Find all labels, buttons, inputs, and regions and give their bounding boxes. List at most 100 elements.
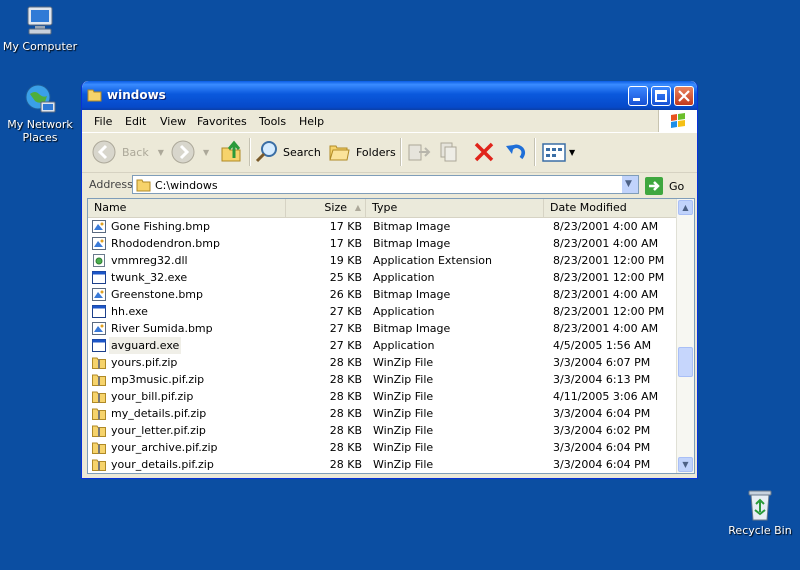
close-icon [678,90,690,102]
file-row[interactable]: Gone Fishing.bmp 17 KB Bitmap Image 8/23/20… [88,218,678,235]
exe-icon [92,339,106,352]
go-arrow-icon [645,177,663,195]
address-dropdown-button[interactable]: ▼ [621,176,638,193]
toolbar: Back ▼ ▼ Search Folders ▼ [82,133,697,173]
desktop-label-my-computer: My Computer [2,40,78,53]
file-row[interactable]: twunk_32.exe 25 KB Application 8/23/2001 12… [88,269,678,286]
menu-file[interactable]: File [94,115,112,128]
vertical-scrollbar[interactable]: ▲ ▼ [676,199,694,473]
computer-icon [23,4,57,38]
bitmap-icon [92,322,106,335]
menu-help[interactable]: Help [299,115,324,128]
maximize-button[interactable] [651,86,671,106]
views-icon [542,143,566,162]
back-arrow-icon [92,140,116,164]
file-row[interactable]: hh.exe 27 KB Application 8/23/2001 12:00 PM [88,303,678,320]
file-name: Gone Fishing.bmp [111,220,210,233]
back-dropdown-icon[interactable]: ▼ [158,148,164,157]
file-date: 8/23/2001 4:00 AM [553,288,659,301]
desktop-icon-my-network-places[interactable]: My Network Places [0,82,80,144]
file-name: your_letter.pif.zip [111,424,206,437]
file-row[interactable]: Greenstone.bmp 26 KB Bitmap Image 8/23/2001… [88,286,678,303]
zip-icon [92,441,106,454]
file-row[interactable]: yours.pif.zip 28 KB WinZip File 3/3/2004 6:… [88,354,678,371]
scroll-up-button[interactable]: ▲ [678,200,693,215]
go-button[interactable]: Go [645,177,684,195]
column-header-size[interactable]: Size ▲ [286,199,366,217]
desktop-label-recycle-bin: Recycle Bin [728,524,792,537]
undo-button[interactable] [504,137,528,167]
file-size: 26 KB [329,288,362,301]
title-bar[interactable]: windows [82,81,697,110]
file-name: hh.exe [111,305,148,318]
move-to-icon [408,144,431,161]
file-row[interactable]: avguard.exe 27 KB Application 4/5/2005 1:56… [88,337,678,354]
column-header-row: Name Size ▲ Type Date Modified [88,199,678,218]
file-size: 27 KB [329,339,362,352]
column-header-type[interactable]: Type [366,199,544,217]
file-date: 8/23/2001 4:00 AM [553,322,659,335]
forward-dropdown-icon[interactable]: ▼ [203,148,209,157]
delete-button[interactable] [472,137,496,167]
file-date: 3/3/2004 6:04 PM [553,407,651,420]
menu-bar: File Edit View Favorites Tools Help [82,110,697,133]
undo-icon [506,144,526,160]
zip-icon [92,458,106,471]
file-type: Bitmap Image [373,220,451,233]
copy-to-button[interactable] [438,137,464,167]
windows-logo-icon [658,110,697,132]
back-button[interactable]: Back ▼ [92,137,164,167]
file-row[interactable]: River Sumida.bmp 27 KB Bitmap Image 8/23/20… [88,320,678,337]
forward-button[interactable]: ▼ [171,137,209,167]
file-row[interactable]: Rhododendron.bmp 17 KB Bitmap Image 8/23/20… [88,235,678,252]
file-row[interactable]: your_details.pif.zip 28 KB WinZip File 3/3/… [88,456,678,473]
file-date: 3/3/2004 6:07 PM [553,356,651,369]
back-label: Back [122,145,149,159]
column-size-label: Size [324,201,347,214]
desktop-icon-recycle-bin[interactable]: Recycle Bin [720,488,800,537]
file-date: 8/23/2001 12:00 PM [553,254,665,267]
toolbar-separator [249,138,251,166]
menu-view[interactable]: View [160,115,186,128]
menu-tools[interactable]: Tools [259,115,286,128]
file-type: Application [373,339,435,352]
file-date: 4/5/2005 1:56 AM [553,339,652,352]
file-date: 3/3/2004 6:04 PM [553,441,651,454]
column-date-label: Date Modified [550,201,627,214]
views-button[interactable]: ▼ [541,137,575,167]
address-field[interactable]: C:\windows ▼ [132,175,639,194]
views-dropdown-icon[interactable]: ▼ [569,148,575,157]
address-value: C:\windows [155,179,218,192]
folder-icon [136,178,152,195]
close-button[interactable] [674,86,694,106]
file-date: 4/11/2005 3:06 AM [553,390,659,403]
scroll-thumb[interactable] [678,347,693,377]
file-row[interactable]: your_bill.pif.zip 28 KB WinZip File 4/11/20… [88,388,678,405]
file-name: mp3music.pif.zip [111,373,205,386]
file-size: 28 KB [329,390,362,403]
column-header-date[interactable]: Date Modified [544,199,678,217]
file-row[interactable]: mp3music.pif.zip 28 KB WinZip File 3/3/2004… [88,371,678,388]
file-size: 27 KB [329,322,362,335]
desktop-icon-my-computer[interactable]: My Computer [0,4,80,53]
file-row[interactable]: my_details.pif.zip 28 KB WinZip File 3/3/20… [88,405,678,422]
file-row[interactable]: vmmreg32.dll 19 KB Application Extension 8/… [88,252,678,269]
file-row[interactable]: your_archive.pif.zip 28 KB WinZip File 3/3/… [88,439,678,456]
exe-icon [92,271,106,284]
up-folder-button[interactable] [220,137,244,167]
file-name: Greenstone.bmp [111,288,204,301]
menu-edit[interactable]: Edit [125,115,146,128]
file-date: 3/3/2004 6:02 PM [553,424,651,437]
file-row[interactable]: your_letter.pif.zip 28 KB WinZip File 3/3/2… [88,422,678,439]
column-header-name[interactable]: Name [88,199,286,217]
search-button[interactable]: Search [255,137,321,167]
file-name: yours.pif.zip [111,356,178,369]
move-to-button[interactable] [406,137,432,167]
file-name: River Sumida.bmp [111,322,213,335]
scroll-down-button[interactable]: ▼ [678,457,693,472]
menu-favorites[interactable]: Favorites [197,115,247,128]
toolbar-separator [534,138,536,166]
file-name: Rhododendron.bmp [111,237,220,250]
minimize-button[interactable] [628,86,648,106]
folders-button[interactable]: Folders [328,137,396,167]
